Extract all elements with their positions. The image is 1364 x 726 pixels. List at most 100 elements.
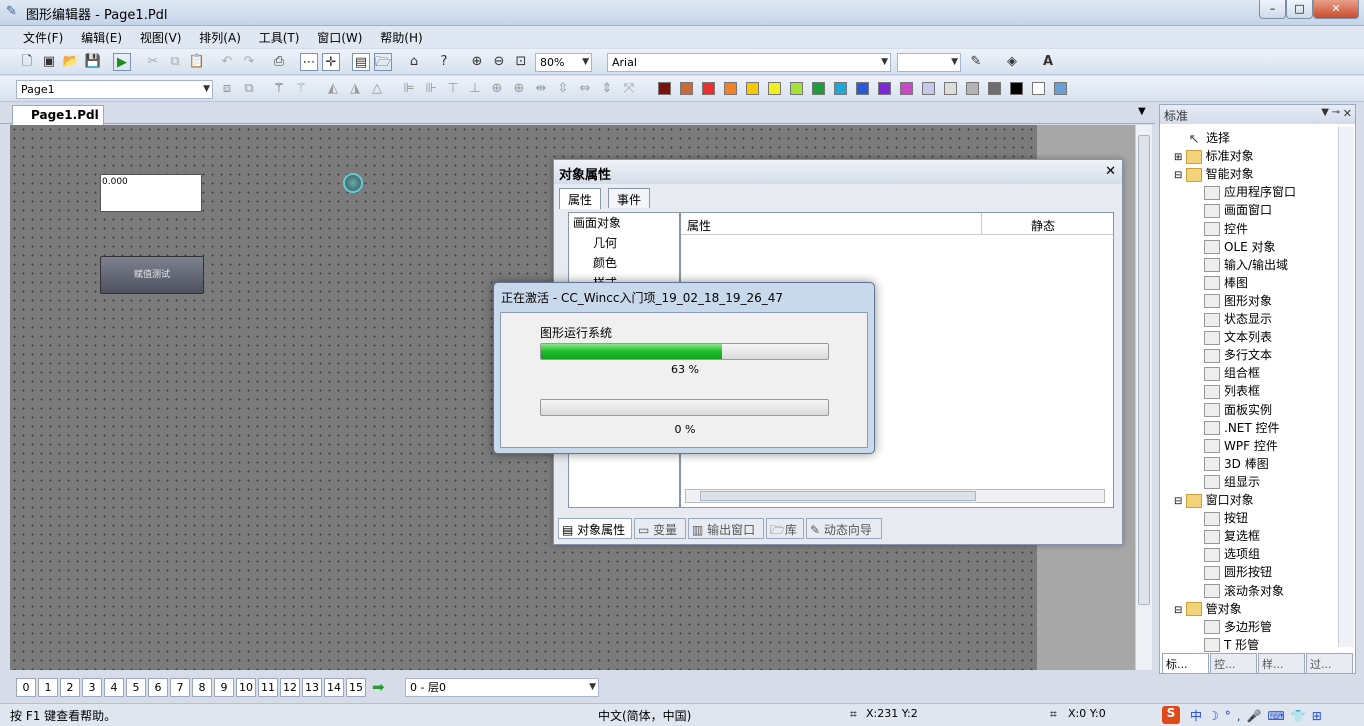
minimize-button[interactable]: – [1259,0,1286,19]
io-field-object[interactable]: 0.000 [100,174,202,212]
layer-button-11[interactable]: 11 [258,678,278,697]
zoom-out-icon[interactable]: ⊖ [490,53,508,71]
color-swatch[interactable] [812,82,825,95]
vertical-scrollbar[interactable] [1135,125,1152,670]
tree-item[interactable]: 组显示 [1204,473,1260,491]
tree-item[interactable]: ⊟ 窗口对象 [1174,491,1254,509]
tree-item-geometry[interactable]: 几何 [569,233,679,253]
save-icon[interactable]: 💾 [84,53,102,71]
tree-item[interactable]: 圆形按钮 [1204,563,1272,581]
layer-button-0[interactable]: 0 [16,678,36,697]
color-swatch[interactable] [944,82,957,95]
tree-item[interactable]: 多边形管 [1204,618,1272,636]
tab-dynamic-wizard[interactable]: ✎ 动态向导 [806,518,882,539]
tree-item[interactable]: 控件 [1204,220,1248,238]
layer-button-14[interactable]: 14 [324,678,344,697]
paste-icon[interactable]: 📋 [188,53,206,71]
menu-window[interactable]: 窗口(W) [310,26,369,49]
tree-item[interactable]: 输入/输出域 [1204,256,1288,274]
space-h-icon[interactable]: ⇹ [532,80,550,98]
tab-standard[interactable]: 标... [1162,653,1209,674]
ime-status-icons[interactable]: 中☽°,🎤⌨👕⊞ [1190,707,1328,724]
color-swatch[interactable] [922,82,935,95]
layer-button-10[interactable]: 10 [236,678,256,697]
tree-item[interactable]: ⊟ 管对象 [1174,600,1242,618]
chevron-down-icon[interactable]: ▼ [1138,106,1146,117]
close-button[interactable]: ✕ [1313,0,1359,19]
wand-icon[interactable]: ⚚ [270,80,288,98]
color-swatch[interactable] [966,82,979,95]
same-height-icon[interactable]: ⇕ [598,80,616,98]
tree-item[interactable]: ⊟ 智能对象 [1174,165,1254,183]
hscroll-thumb[interactable] [700,491,976,501]
print-icon[interactable]: ⎙ [270,53,288,71]
color-swatch[interactable] [680,82,693,95]
tree-item[interactable]: 多行文本 [1204,346,1272,364]
layer-button-2[interactable]: 2 [60,678,80,697]
expand-icon[interactable]: ⊟ [1174,605,1186,616]
font-color-icon[interactable]: A [1039,53,1057,71]
tree-item[interactable]: 画面窗口 [1204,201,1272,219]
properties-icon[interactable]: ⌂ [405,53,423,71]
color-swatch[interactable] [724,82,737,95]
cut-icon[interactable]: ✂ [144,53,162,71]
zoom-fit-icon[interactable]: ⊡ [512,53,530,71]
same-size-icon[interactable]: ⤧ [620,80,638,98]
tree-item[interactable]: 文本列表 [1204,328,1272,346]
tab-styles[interactable]: 样... [1258,653,1305,674]
color-swatch[interactable] [790,82,803,95]
tree-item[interactable]: 图形对象 [1204,292,1272,310]
same-width-icon[interactable]: ⇔ [576,80,594,98]
maximize-button[interactable]: □ [1286,0,1313,19]
expand-icon[interactable]: ⊟ [1174,170,1186,181]
space-v-icon[interactable]: ⇳ [554,80,572,98]
chevron-down-icon[interactable]: ▼ [1321,107,1329,118]
tree-item[interactable]: 面板实例 [1204,401,1272,419]
align-right-icon[interactable]: ⊪ [422,80,440,98]
close-icon[interactable]: ✕ [1343,107,1352,120]
ime-logo-icon[interactable]: S [1162,706,1180,724]
color-swatch[interactable] [856,82,869,95]
layers-icon[interactable]: ▤ [352,53,370,71]
tree-item-colors[interactable]: 颜色 [569,253,679,273]
undo-icon[interactable]: ↶ [218,53,236,71]
menu-file[interactable]: 文件(F) [16,26,70,49]
new-icon[interactable]: 🗋 [18,53,36,71]
layer-button-15[interactable]: 15 [346,678,366,697]
color-swatch[interactable] [900,82,913,95]
layer-button-9[interactable]: 9 [214,678,234,697]
wand2-icon[interactable]: ⚚ [292,80,310,98]
color-swatch[interactable] [1010,82,1023,95]
pin-icon[interactable]: ⊸ [1332,107,1340,118]
flip-icon[interactable]: ◭ [324,80,342,98]
layer-button-5[interactable]: 5 [126,678,146,697]
new-page-icon[interactable]: ▣ [40,53,58,71]
layer-button-7[interactable]: 7 [170,678,190,697]
align-left-icon[interactable]: ⊫ [400,80,418,98]
layer-select[interactable]: 0 - 层0 ▼ [405,678,599,697]
menu-tools[interactable]: 工具(T) [252,26,307,49]
align-bottom-icon[interactable]: ⊥ [466,80,484,98]
expand-icon[interactable]: ⊞ [1174,152,1186,163]
tree-item[interactable]: ↖ 选择 [1186,129,1230,147]
horizontal-scrollbar[interactable] [685,489,1105,503]
activate-runtime-icon[interactable]: ▶ [113,53,131,71]
tree-item[interactable]: WPF 控件 [1204,437,1278,455]
group-icon[interactable]: ⧈ [218,80,236,98]
tab-events[interactable]: 事件 [608,188,651,208]
folder-view-icon[interactable]: 🗁 [374,53,392,71]
layer-button-13[interactable]: 13 [302,678,322,697]
ungroup-icon[interactable]: ⧉ [240,80,258,98]
tree-item[interactable]: 组合框 [1204,364,1260,382]
layer-button-3[interactable]: 3 [82,678,102,697]
rotate-icon[interactable]: △ [368,80,386,98]
tree-item[interactable]: 状态显示 [1204,310,1272,328]
layer-button-8[interactable]: 8 [192,678,212,697]
tree-item[interactable]: 3D 棒图 [1204,455,1269,473]
panel-scrollbar[interactable] [1338,127,1354,647]
color-swatch[interactable] [746,82,759,95]
zoom-select[interactable]: 80% ▼ [535,53,592,72]
menu-arrange[interactable]: 排列(A) [192,26,248,49]
layer-button-4[interactable]: 4 [104,678,124,697]
color-swatch[interactable] [834,82,847,95]
